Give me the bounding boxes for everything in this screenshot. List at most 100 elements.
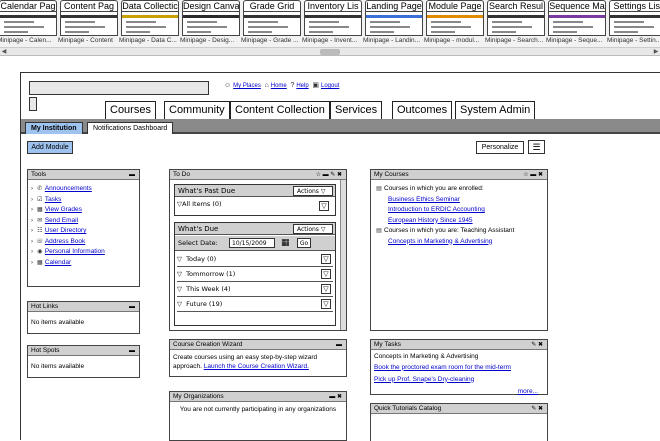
tool-item[interactable]: › ☑ Tasks	[31, 195, 136, 206]
go-button[interactable]: Go	[297, 238, 311, 248]
window-controls-icon[interactable]: ☆ ▬ ✎ ✖	[316, 170, 342, 180]
minipage-title: Data Collectic	[121, 0, 179, 11]
tool-link[interactable]: User Directory	[45, 227, 87, 234]
tool-item[interactable]: › ✆ Announcements	[31, 184, 136, 195]
window-controls-icon[interactable]: ☆ ▬ ✖	[523, 170, 543, 180]
logout-link[interactable]: Logout	[321, 83, 339, 89]
tasks-more-link[interactable]: more...	[518, 388, 538, 395]
ta-course[interactable]: Concepts in Marketing & Advertising	[374, 237, 544, 248]
subtab-notifications-dashboard[interactable]: Notifications Dashboard	[87, 122, 174, 134]
due-item-expand[interactable]: ▽	[321, 299, 331, 309]
tool-link[interactable]: Send Email	[45, 217, 78, 224]
personalize-button[interactable]: Personalize	[476, 141, 524, 154]
minimize-icon[interactable]: ▬	[336, 340, 342, 350]
minipage-thumbnail[interactable]: Data Collectic Minipage - Data C...	[119, 0, 179, 47]
expand-arrow-icon: ›	[31, 238, 33, 245]
minipage-thumbnail[interactable]: Sequence Ma Minipage - Seque...	[546, 0, 606, 47]
tool-link[interactable]: Announcements	[45, 185, 92, 192]
actions-label: Actions	[297, 226, 319, 233]
enrolled-course[interactable]: Introduction to ERDIC Accounting	[374, 205, 544, 216]
scrollbar-thumb[interactable]	[320, 49, 340, 55]
whats-due-box: What's Due Actions ▽ Select Date: 10/15/…	[174, 222, 336, 326]
tool-item[interactable]: › ✉ Send Email	[31, 216, 136, 227]
tasks-header: My Tasks ✎ ✖	[371, 340, 547, 350]
tool-item[interactable]: › ◉ Personal Information	[31, 247, 136, 258]
add-module-button[interactable]: Add Module	[27, 141, 73, 154]
tab-community[interactable]: Community	[164, 101, 230, 119]
minipage-title: Inventory Lis	[304, 0, 362, 11]
due-item-expand[interactable]: ▽	[321, 254, 331, 264]
tool-link[interactable]: Tasks	[45, 196, 62, 203]
calendar-picker-icon[interactable]: ▦	[281, 238, 290, 248]
minipage-thumbnail[interactable]: Calendar Pag Minipage - Calen...	[0, 0, 57, 47]
tab-services[interactable]: Services	[330, 101, 383, 119]
all-items-expand[interactable]: ▽	[319, 201, 329, 211]
tasks-course: Concepts in Marketing & Advertising	[374, 353, 479, 360]
minimize-icon[interactable]: ▬	[129, 302, 135, 312]
minipage-caption: Minipage - Content	[58, 37, 113, 44]
tab-system-admin[interactable]: System Admin	[455, 101, 536, 119]
minipage-thumbnail[interactable]: Content Pag Minipage - Content	[58, 0, 118, 47]
tool-link[interactable]: Calendar	[45, 259, 71, 266]
task-item[interactable]: Book the proctored exam room for the mid…	[374, 363, 544, 375]
window-controls-icon[interactable]: ✎ ✖	[531, 404, 543, 414]
tool-item[interactable]: › ☏Address Book	[31, 237, 136, 248]
due-item-expand[interactable]: ▽	[321, 284, 331, 294]
expand-arrow-icon: ›	[31, 196, 33, 203]
expand-arrow-icon: ›	[31, 259, 33, 266]
due-item-label: This Week (4)	[186, 285, 231, 293]
todo-scrollbar[interactable]	[340, 180, 346, 330]
scroll-left-icon[interactable]: ◀	[0, 48, 8, 56]
minipage-thumbnail[interactable]: Settings List Minipage - Settin...	[607, 0, 660, 47]
tool-link[interactable]: View Grades	[45, 206, 82, 213]
help-link[interactable]: Help	[296, 83, 308, 89]
past-due-actions-dropdown[interactable]: Actions ▽	[293, 186, 333, 196]
home-link[interactable]: Home	[271, 83, 287, 89]
tasks-list: Book the proctored exam room for the mid…	[374, 363, 544, 387]
minimize-icon[interactable]: ▬ ✖	[329, 392, 342, 402]
my-places-link[interactable]: My Places	[233, 83, 261, 89]
minipage-thumbnail[interactable]: Design Canva Minipage - Desig...	[180, 0, 240, 47]
minipage-preview	[548, 11, 606, 36]
subtab-my-institution[interactable]: My Institution	[25, 122, 83, 134]
minipage-thumbnail[interactable]: Grade Grid Minipage - Grade ...	[241, 0, 301, 47]
course-link[interactable]: Introduction to ERDIC Accounting	[388, 206, 485, 213]
minipage-strip: Calendar Pag Minipage - Calen... Content P…	[0, 0, 660, 48]
tool-item[interactable]: › ☷ User Directory	[31, 226, 136, 237]
course-link[interactable]: Business Ethics Seminar	[388, 196, 460, 203]
task-link[interactable]: Pick up Prof. Snape's Dry-cleaning	[374, 376, 474, 383]
ta-label: ▤ Courses in which you are: Teaching Assi…	[374, 226, 544, 237]
minipage-thumbnail[interactable]: Module Page Minipage - modul...	[424, 0, 484, 47]
tool-item[interactable]: › ▦ Calendar	[31, 258, 136, 269]
minimize-icon[interactable]: ▬	[129, 170, 135, 180]
enrolled-course[interactable]: Business Ethics Seminar	[374, 195, 544, 206]
due-item: ▽ Today (0) ▽	[177, 253, 333, 267]
task-item[interactable]: Pick up Prof. Snape's Dry-cleaning	[374, 375, 544, 387]
task-link[interactable]: Book the proctored exam room for the mid…	[374, 364, 511, 371]
launch-wizard-link[interactable]: Launch the Course Creation Wizard.	[204, 363, 309, 370]
enrolled-label: ▤ Courses in which you are enrolled:	[374, 184, 544, 195]
course-link[interactable]: European History Since 1945	[388, 217, 473, 224]
minipage-thumbnail[interactable]: Landing Page Minipage - Landin...	[363, 0, 423, 47]
tool-item[interactable]: › ▦ View Grades	[31, 205, 136, 216]
minipage-thumbnail[interactable]: Inventory Lis Minipage - Invent...	[302, 0, 362, 47]
whats-due-actions-dropdown[interactable]: Actions ▽	[293, 224, 333, 234]
horizontal-scrollbar[interactable]: ◀ ▶	[0, 48, 660, 56]
menu-icon[interactable]: ☰	[528, 140, 545, 154]
course-link[interactable]: Concepts in Marketing & Advertising	[388, 238, 492, 245]
tool-link[interactable]: Personal Information	[45, 248, 105, 255]
tool-link[interactable]: Address Book	[45, 238, 85, 245]
quick-tutorials-portlet: Quick Tutorials Catalog ✎ ✖	[370, 403, 548, 441]
tab-courses[interactable]: Courses	[105, 101, 156, 119]
window-controls-icon[interactable]: ✎ ✖	[531, 340, 543, 350]
wizard-title: Course Creation Wizard	[173, 341, 243, 348]
scroll-right-icon[interactable]: ▶	[652, 48, 660, 56]
date-input[interactable]: 10/15/2009	[229, 238, 275, 248]
minipage-title: Design Canva	[182, 0, 240, 11]
tab-outcomes[interactable]: Outcomes	[392, 101, 453, 119]
minimize-icon[interactable]: ▬	[129, 346, 135, 356]
due-item-expand[interactable]: ▽	[321, 269, 331, 279]
enrolled-course[interactable]: European History Since 1945	[374, 216, 544, 227]
minipage-thumbnail[interactable]: Search Resul Minipage - Search...	[485, 0, 545, 47]
tab-content-collection[interactable]: Content Collection	[230, 101, 330, 119]
